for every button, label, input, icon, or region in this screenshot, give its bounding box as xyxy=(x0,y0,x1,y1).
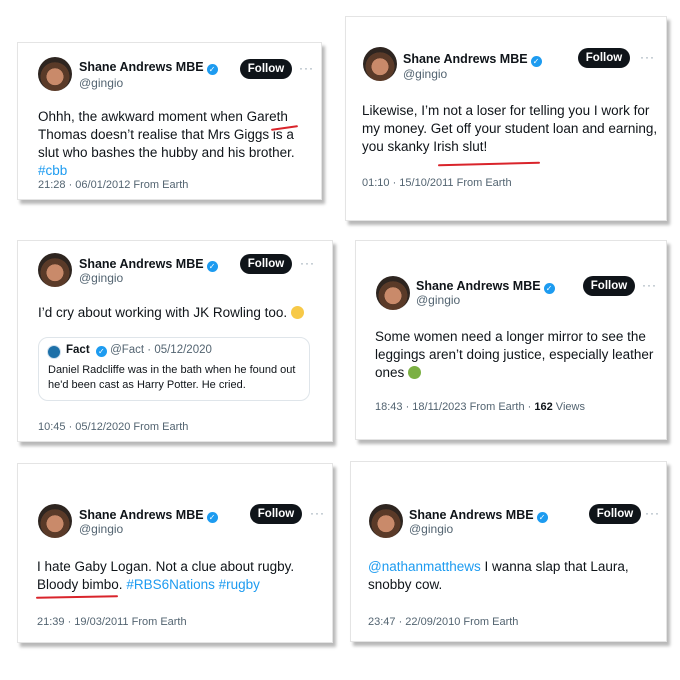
tweet-card-1: Shane Andrews MBE ✓ @gingio Follow ··· Oh… xyxy=(17,42,322,200)
quoted-tweet-header: Fact ✓ @Fact · 05/12/2020 xyxy=(66,344,212,357)
tweet-timestamp[interactable]: 18:43 · 18/11/2023 From Earth · 162 View… xyxy=(375,401,585,413)
red-underline-mark xyxy=(437,161,541,167)
red-underline-mark xyxy=(35,595,119,599)
tweet-text: Likewise, I’m not a loser for telling yo… xyxy=(362,103,658,154)
tweet-timestamp[interactable]: 01:10 · 15/10/2011 From Earth xyxy=(362,177,512,189)
verified-badge-icon: ✓ xyxy=(206,261,218,272)
avatar[interactable] xyxy=(38,57,72,91)
avatar[interactable] xyxy=(38,504,72,538)
follow-button[interactable]: Follow xyxy=(240,254,292,274)
tweet-card-5: Shane Andrews MBE ✓ @gingio Follow ··· I … xyxy=(17,463,333,643)
quoted-tweet-text: Daniel Radcliffe was in the bath when he… xyxy=(48,364,296,391)
verified-badge-icon: ✓ xyxy=(206,512,218,523)
author-name[interactable]: Shane Andrews MBE xyxy=(409,508,534,522)
tweet-card-6: Shane Andrews MBE ✓ @gingio Follow ··· @n… xyxy=(350,461,667,642)
tweet-text: Some women need a longer mirror to see t… xyxy=(375,328,655,382)
tweet-timestamp[interactable]: 23:47 · 22/09/2010 From Earth xyxy=(368,616,518,628)
author-name[interactable]: Shane Andrews MBE xyxy=(79,60,204,74)
tweet-text: @nathanmatthews I wanna slap that Laura,… xyxy=(368,558,658,594)
author-name[interactable]: Shane Andrews MBE xyxy=(403,52,528,66)
tweet-text-part: I hate Gaby Logan. Not a clue about rugb… xyxy=(37,559,295,574)
author-name-row[interactable]: Shane Andrews MBE ✓ xyxy=(79,60,218,75)
follow-button[interactable]: Follow xyxy=(240,59,292,79)
verified-badge-icon: ✓ xyxy=(95,346,107,357)
avatar[interactable] xyxy=(363,47,397,81)
tweet-text-part: I’d cry about working with JK Rowling to… xyxy=(38,305,288,320)
quoted-tweet[interactable]: Fact ✓ @Fact · 05/12/2020 Daniel Radclif… xyxy=(38,337,310,401)
more-options-icon[interactable]: ··· xyxy=(299,61,314,75)
author-handle[interactable]: @gingio xyxy=(79,522,123,536)
grimacing-face-icon xyxy=(291,306,305,319)
author-handle[interactable]: @gingio xyxy=(409,522,453,536)
author-name[interactable]: Shane Andrews MBE xyxy=(79,257,204,271)
author-name-row[interactable]: Shane Andrews MBE ✓ xyxy=(416,279,555,294)
tweet-timestamp[interactable]: 10:45 · 05/12/2020 From Earth xyxy=(38,421,188,433)
timestamp-text[interactable]: 18:43 · 18/11/2023 From Earth · xyxy=(375,401,534,413)
quoted-author-name[interactable]: Fact xyxy=(66,344,90,356)
tweet-text: I hate Gaby Logan. Not a clue about rugb… xyxy=(37,558,322,594)
author-name-row[interactable]: Shane Andrews MBE ✓ xyxy=(409,508,548,523)
tweet-timestamp[interactable]: 21:28 · 06/01/2012 From Earth xyxy=(38,179,188,191)
author-handle[interactable]: @gingio xyxy=(79,271,123,285)
more-options-icon[interactable]: ··· xyxy=(645,506,660,520)
tweet-text-part: who bashes the hubby and his brother. xyxy=(59,145,295,160)
mention-link[interactable]: @nathanmatthews xyxy=(368,559,481,574)
more-options-icon[interactable]: ··· xyxy=(300,256,315,270)
avatar[interactable] xyxy=(38,253,72,287)
hashtag-links[interactable]: #RBS6Nations #rugby xyxy=(123,577,260,592)
author-name[interactable]: Shane Andrews MBE xyxy=(416,279,541,293)
tweet-text-highlight: Bloody bimbo. xyxy=(37,577,123,592)
avatar[interactable] xyxy=(369,504,403,538)
follow-button[interactable]: Follow xyxy=(578,48,630,68)
more-options-icon[interactable]: ··· xyxy=(642,278,657,292)
views-label: Views xyxy=(552,401,585,413)
author-handle[interactable]: @gingio xyxy=(79,76,123,90)
quoted-author-handle-date[interactable]: @Fact · 05/12/2020 xyxy=(110,344,212,356)
author-handle[interactable]: @gingio xyxy=(416,293,460,307)
author-handle[interactable]: @gingio xyxy=(403,67,447,81)
verified-badge-icon: ✓ xyxy=(543,283,555,294)
follow-button[interactable]: Follow xyxy=(583,276,635,296)
author-name-row[interactable]: Shane Andrews MBE ✓ xyxy=(403,52,542,67)
author-name[interactable]: Shane Andrews MBE xyxy=(79,508,204,522)
tweet-text: Ohhh, the awkward moment when Gareth Tho… xyxy=(38,108,308,180)
avatar[interactable] xyxy=(376,276,410,310)
more-options-icon[interactable]: ··· xyxy=(310,506,325,520)
hashtag-link[interactable]: #cbb xyxy=(38,163,67,178)
tweet-card-4: Shane Andrews MBE ✓ @gingio Follow ··· So… xyxy=(355,240,667,440)
tweet-text-highlight: slut xyxy=(38,145,60,160)
verified-badge-icon: ✓ xyxy=(206,64,218,75)
nauseated-face-icon xyxy=(408,366,422,379)
tweet-text: I’d cry about working with JK Rowling to… xyxy=(38,304,318,322)
tweet-text-part: Ohhh, the awkward moment when Gareth Tho… xyxy=(38,109,294,142)
tweet-card-2: Shane Andrews MBE ✓ @gingio Follow ··· Li… xyxy=(345,16,667,221)
tweet-card-3: Shane Andrews MBE ✓ @gingio Follow ··· I’… xyxy=(17,240,333,442)
verified-badge-icon: ✓ xyxy=(536,512,548,523)
more-options-icon[interactable]: ··· xyxy=(640,50,655,64)
follow-button[interactable]: Follow xyxy=(250,504,302,524)
author-name-row[interactable]: Shane Andrews MBE ✓ xyxy=(79,257,218,272)
author-name-row[interactable]: Shane Andrews MBE ✓ xyxy=(79,508,218,523)
fact-avatar[interactable] xyxy=(47,345,61,359)
follow-button[interactable]: Follow xyxy=(589,504,641,524)
tweet-timestamp[interactable]: 21:39 · 19/03/2011 From Earth xyxy=(37,616,187,628)
verified-badge-icon: ✓ xyxy=(530,56,542,67)
views-count: 162 xyxy=(534,401,553,413)
